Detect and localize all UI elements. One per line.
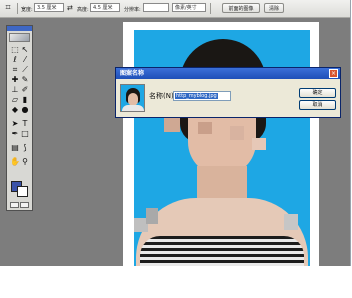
swap-arrows-icon[interactable]: ⇄ xyxy=(67,4,73,12)
portrait-photo[interactable] xyxy=(134,30,310,266)
standard-mode-icon[interactable] xyxy=(10,202,19,208)
mosaic-block xyxy=(284,214,298,230)
type-tool-icon[interactable]: T xyxy=(20,119,30,129)
resolution-label: 分辨率: xyxy=(124,7,141,13)
toolbox: ⬚ ↖ ℓ ⁄ ⌗ ⟋ ✚ ✎ ⊥ ✐ ▱ ▮ ◆ ● ➤ T ✒ □ ▤ ⟆ … xyxy=(6,25,33,211)
clear-button[interactable]: 清除 xyxy=(264,3,284,13)
marquee-tool-icon[interactable]: ⬚ xyxy=(10,45,20,55)
gradient-tool-icon[interactable]: ▮ xyxy=(20,95,30,105)
thumbnail-body xyxy=(122,105,144,111)
separator xyxy=(17,3,18,14)
name-label: 名称(N): xyxy=(149,92,177,100)
eyedropper-icon[interactable]: ⟆ xyxy=(20,143,30,153)
eraser-tool-icon[interactable]: ▱ xyxy=(10,95,20,105)
history-brush-icon[interactable]: ✐ xyxy=(20,85,30,95)
pattern-name-dialog: 图案名称 × 名称(N): http_myblog.jpg 确定 取消 xyxy=(115,67,341,118)
hand-tool-icon[interactable]: ✋ xyxy=(10,157,20,167)
brush-tool-icon[interactable]: ✎ xyxy=(20,75,30,85)
healing-brush-icon[interactable]: ✚ xyxy=(10,75,20,85)
pattern-thumbnail xyxy=(120,84,145,112)
dialog-titlebar[interactable]: 图案名称 × xyxy=(116,68,340,79)
cancel-button[interactable]: 取消 xyxy=(299,100,336,110)
zoom-tool-icon[interactable]: ⚲ xyxy=(20,157,30,167)
width-input[interactable]: 3.5 厘米 xyxy=(34,3,64,12)
height-label: 高度: xyxy=(77,7,89,13)
photoshop-window: ⌗ 宽度: 3.5 厘米 ⇄ 高度: 4.5 厘米 分辨率: 像素/英寸 前面的… xyxy=(0,0,351,266)
mosaic-block xyxy=(230,126,244,140)
separator xyxy=(210,3,211,14)
front-image-button[interactable]: 前面的图像 xyxy=(222,3,260,13)
pattern-name-value: http_myblog.jpg xyxy=(175,93,218,99)
notes-tool-icon[interactable]: ▤ xyxy=(10,143,20,153)
move-tool-icon[interactable]: ↖ xyxy=(20,45,30,55)
photo-striped-shirt xyxy=(140,236,304,266)
resolution-input[interactable] xyxy=(143,3,169,12)
ok-button[interactable]: 确定 xyxy=(299,88,336,98)
pattern-name-input[interactable]: http_myblog.jpg xyxy=(173,91,231,101)
slice-tool-icon[interactable]: ⟋ xyxy=(20,65,30,75)
toolbox-header[interactable] xyxy=(7,26,32,31)
width-label: 宽度: xyxy=(21,7,33,13)
mosaic-block xyxy=(164,118,180,132)
height-input[interactable]: 4.5 厘米 xyxy=(90,3,120,12)
shape-tool-icon[interactable]: □ xyxy=(20,129,30,139)
app-logo-icon[interactable] xyxy=(9,33,30,42)
close-icon[interactable]: × xyxy=(329,69,338,78)
resolution-unit-select[interactable]: 像素/英寸 xyxy=(172,3,206,12)
pen-tool-icon[interactable]: ✒ xyxy=(10,129,20,139)
magic-wand-icon[interactable]: ⁄ xyxy=(20,55,30,65)
mosaic-block xyxy=(198,122,212,134)
background-color-swatch[interactable] xyxy=(17,186,28,197)
path-select-icon[interactable]: ➤ xyxy=(10,119,20,129)
options-bar: ⌗ 宽度: 3.5 厘米 ⇄ 高度: 4.5 厘米 分辨率: 像素/英寸 前面的… xyxy=(0,0,350,18)
lasso-tool-icon[interactable]: ℓ xyxy=(10,55,20,65)
mosaic-block xyxy=(146,208,158,224)
crop-tool-icon[interactable]: ⌗ xyxy=(10,65,20,75)
mosaic-block xyxy=(252,138,266,150)
crop-tool-icon[interactable]: ⌗ xyxy=(2,3,14,14)
clone-stamp-icon[interactable]: ⊥ xyxy=(10,85,20,95)
dialog-title: 图案名称 xyxy=(120,70,145,77)
quickmask-mode-icon[interactable] xyxy=(20,202,29,208)
blur-tool-icon[interactable]: ◆ xyxy=(10,105,20,115)
dodge-tool-icon[interactable]: ● xyxy=(20,105,30,115)
